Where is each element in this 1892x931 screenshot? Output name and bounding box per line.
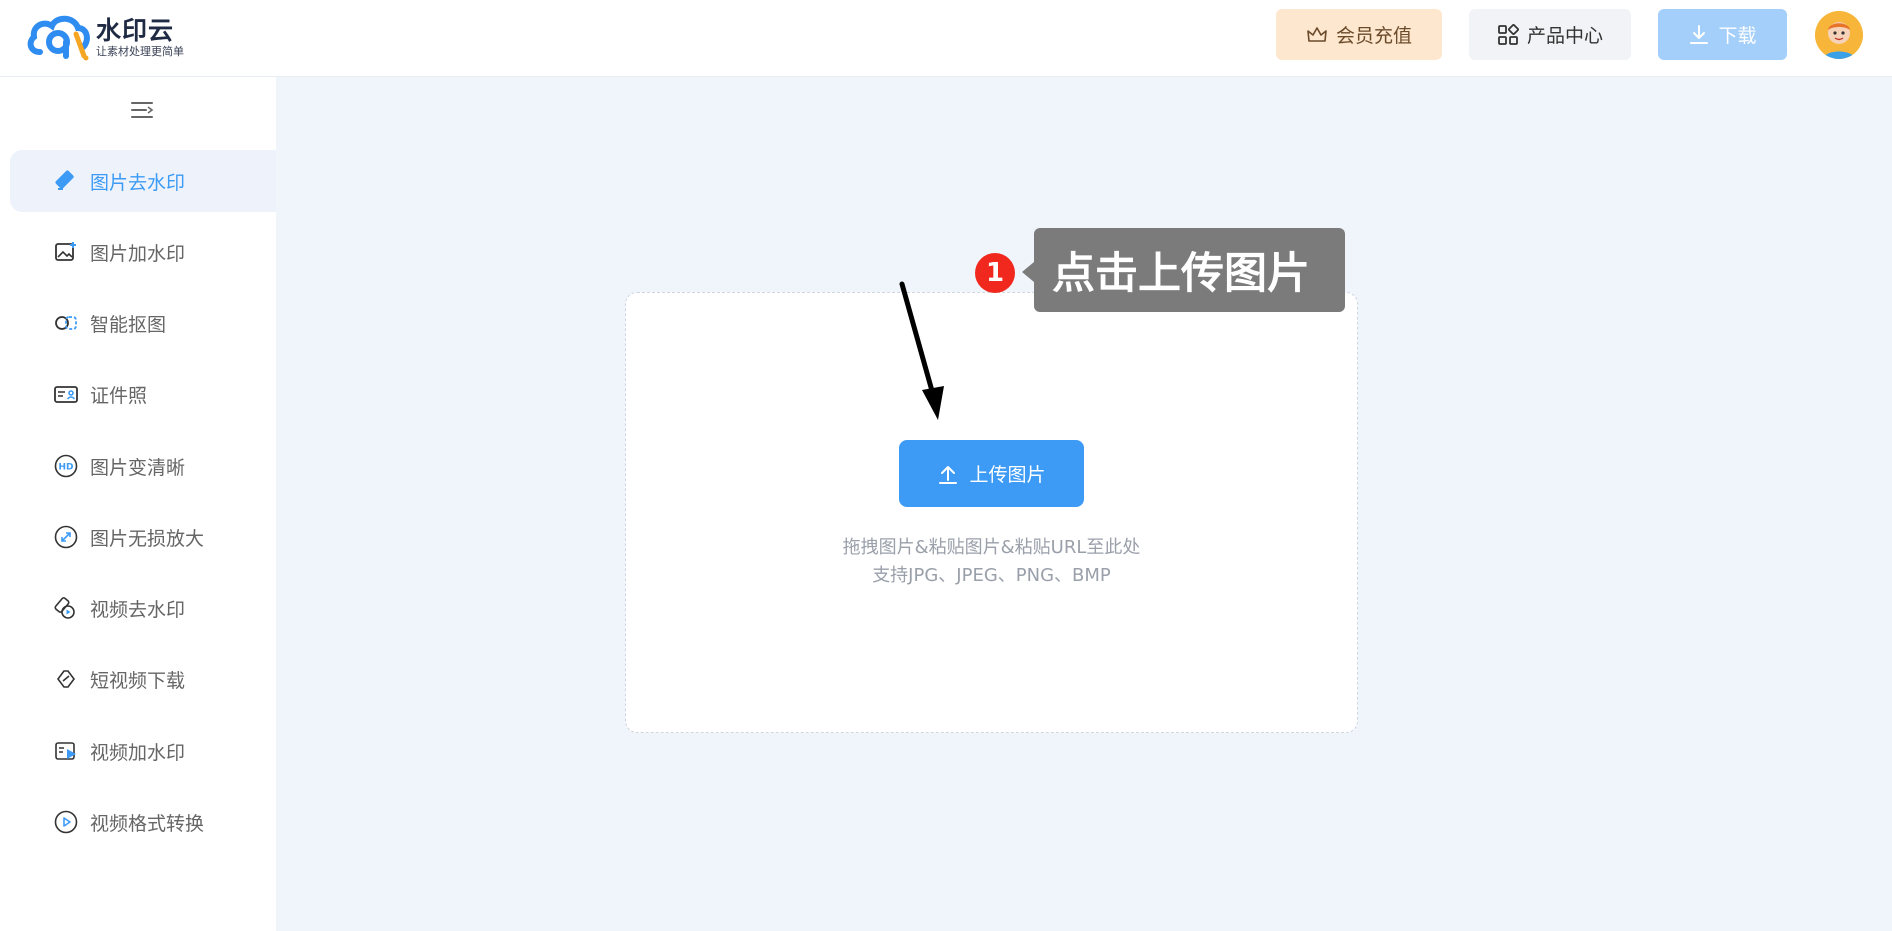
sidebar-item-label: 证件照: [90, 384, 148, 407]
eraser-icon: [54, 169, 78, 193]
user-avatar[interactable]: [1815, 11, 1863, 59]
sidebar: 图片去水印 图片加水印 智能抠图 证件照 HD 图片变清晰 图片无损放大 视频去…: [0, 77, 276, 931]
sidebar-item-label: 短视频下载: [90, 669, 186, 692]
callout-tail: [1022, 262, 1034, 282]
crown-icon: [1306, 25, 1328, 45]
play-circle-icon: [54, 810, 78, 834]
logo-title: 水印云: [96, 15, 175, 45]
vip-recharge-label: 会员充值: [1335, 25, 1412, 47]
menu-toggle-icon[interactable]: [130, 99, 154, 121]
cutout-icon: [54, 311, 78, 335]
logo[interactable]: 水印云 让素材处理更简单: [26, 12, 196, 62]
video-eraser-icon: [54, 596, 78, 620]
sidebar-item-label: 视频去水印: [90, 598, 186, 621]
sidebar-item-video-watermark-remove[interactable]: 视频去水印: [10, 577, 276, 639]
sidebar-item-label: 图片变清晰: [90, 456, 186, 479]
sidebar-item-label: 图片加水印: [90, 242, 186, 265]
upload-hint-drag: 拖拽图片&粘贴图片&粘贴URL至此处: [842, 537, 1141, 558]
upload-image-label: 上传图片: [969, 464, 1046, 486]
product-center-button[interactable]: 产品中心: [1469, 9, 1631, 60]
upload-image-button[interactable]: 上传图片: [899, 440, 1084, 507]
upload-dropzone[interactable]: [625, 292, 1358, 733]
image-add-icon: [54, 240, 78, 264]
sidebar-item-image-sharpen[interactable]: HD 图片变清晰: [10, 435, 276, 497]
cloud-logo-icon: [27, 15, 90, 61]
download-icon: [1688, 24, 1710, 46]
grid-icon: [1497, 23, 1519, 46]
vip-recharge-button[interactable]: 会员充值: [1276, 9, 1442, 60]
id-card-icon: [54, 382, 78, 406]
sidebar-item-label: 图片无损放大: [90, 527, 205, 550]
download-label: 下载: [1718, 25, 1757, 47]
link-icon: [54, 667, 78, 691]
upload-hint-formats: 支持JPG、JPEG、PNG、BMP: [872, 565, 1111, 586]
sidebar-item-id-photo[interactable]: 证件照: [10, 363, 276, 425]
avatar-icon: [1815, 11, 1863, 59]
sidebar-item-smart-cutout[interactable]: 智能抠图: [10, 292, 276, 354]
video-add-icon: [54, 739, 78, 763]
download-button[interactable]: 下载: [1658, 9, 1787, 60]
instruction-callout: 点击上传图片: [1034, 228, 1345, 312]
upload-icon: [937, 463, 959, 485]
product-center-label: 产品中心: [1526, 25, 1603, 47]
sidebar-item-image-enlarge[interactable]: 图片无损放大: [10, 506, 276, 568]
sidebar-item-image-watermark-remove[interactable]: 图片去水印: [10, 150, 276, 212]
enlarge-icon: [54, 525, 78, 549]
sidebar-item-image-watermark-add[interactable]: 图片加水印: [10, 221, 276, 283]
sidebar-item-label: 视频格式转换: [90, 812, 205, 835]
sidebar-item-video-watermark-add[interactable]: 视频加水印: [10, 720, 276, 782]
sidebar-item-label: 智能抠图: [90, 313, 167, 336]
sidebar-item-short-video-download[interactable]: 短视频下载: [10, 648, 276, 710]
sidebar-item-video-format-convert[interactable]: 视频格式转换: [10, 791, 276, 853]
svg-text:HD: HD: [58, 463, 73, 473]
hd-icon: HD: [54, 454, 78, 478]
pointer-arrow-icon: [899, 281, 944, 420]
sidebar-item-label: 视频加水印: [90, 741, 186, 764]
logo-subtitle: 让素材处理更简单: [96, 44, 184, 58]
top-header: 水印云 让素材处理更简单 会员充值 产品中心 下载: [0, 0, 1892, 77]
step-number-badge: 1: [975, 253, 1015, 293]
sidebar-item-label: 图片去水印: [90, 171, 186, 194]
